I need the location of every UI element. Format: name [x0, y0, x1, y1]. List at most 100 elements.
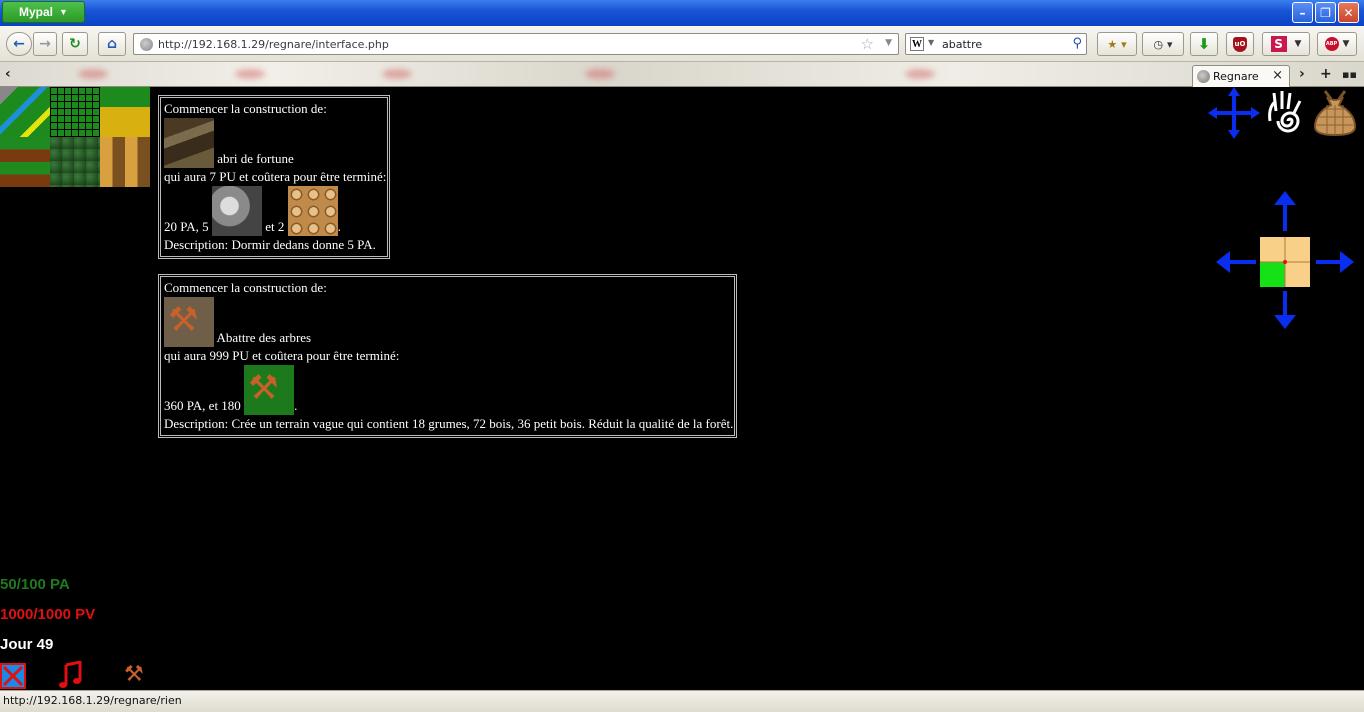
forward-button[interactable]: →	[33, 32, 57, 56]
cost-and: et 2	[265, 219, 285, 234]
history-clock-icon: ◷ ▾	[1153, 37, 1173, 51]
quadrant-northwest[interactable]	[1260, 237, 1285, 262]
bag-icon[interactable]	[1309, 87, 1361, 137]
cost-end: .	[337, 219, 341, 234]
quadrant-northeast[interactable]	[1285, 237, 1310, 262]
window-titlebar: Mypal ▼ – ❐ ✕	[0, 0, 1364, 26]
blurred-decoration	[78, 69, 108, 79]
home-icon: ⌂	[106, 36, 118, 52]
forward-arrow-icon: →	[39, 36, 51, 52]
history-button[interactable]: ◷ ▾	[1142, 32, 1184, 56]
tab-title: Regnare	[1213, 70, 1259, 83]
reload-icon: ↻	[69, 36, 81, 52]
life-points: 1000/1000 PV	[0, 606, 96, 623]
page-content: Commencer la construction de: abri de fo…	[0, 87, 1364, 690]
move-west-arrow[interactable]	[1216, 251, 1256, 273]
site-identity-icon[interactable]	[140, 38, 153, 51]
blurred-decoration	[585, 69, 615, 79]
scroll-tabs-left-icon[interactable]: ‹	[5, 66, 11, 82]
ublock-shield-icon: uO	[1233, 36, 1247, 52]
movement-compass	[1216, 191, 1354, 329]
app-menu-button[interactable]: Mypal ▼	[2, 1, 85, 23]
cost-end: .	[294, 398, 298, 413]
cost-pa: 360 PA, et 180	[164, 398, 241, 413]
construction-cost-line: 360 PA, et 180 ⚒ .	[164, 365, 733, 415]
minimize-button[interactable]: –	[1292, 2, 1313, 23]
quadrant-southwest-current[interactable]	[1260, 262, 1285, 287]
map-tile-road[interactable]	[0, 87, 50, 137]
position-marker	[1283, 260, 1287, 264]
close-window-button[interactable]: ✕	[1338, 2, 1359, 23]
bookmarks-menu-button[interactable]: ★ ▾	[1097, 32, 1137, 56]
map-tile-farmland[interactable]	[0, 137, 50, 187]
chevron-down-icon: ▼	[59, 7, 68, 17]
construction-heading: Commencer la construction de:	[164, 101, 327, 116]
map-tile-wheat[interactable]	[100, 137, 150, 187]
reload-button[interactable]: ↻	[62, 32, 88, 56]
ublock-button[interactable]: uO	[1226, 32, 1254, 56]
back-arrow-icon: ←	[13, 36, 25, 52]
quit-x-icon[interactable]	[0, 663, 26, 689]
close-tab-icon[interactable]: ×	[1272, 68, 1283, 83]
construction-pu-line: qui aura 7 PU et coûtera pour être termi…	[164, 169, 387, 184]
bookmarks-icon: ★ ▾	[1107, 37, 1127, 51]
home-button[interactable]: ⌂	[98, 32, 126, 56]
stylish-button[interactable]: S ▼	[1262, 32, 1310, 56]
construction-description: Description: Crée un terrain vague qui c…	[164, 416, 734, 431]
firewood-resource-image	[287, 186, 338, 236]
construction-cost-line: 20 PA, 5 et 2 .	[164, 186, 386, 236]
construction-description: Description: Dormir dedans donne 5 PA.	[164, 237, 376, 252]
logs-resource-image	[211, 186, 262, 236]
quadrant-southeast[interactable]	[1285, 262, 1310, 287]
music-note-icon[interactable]	[58, 661, 84, 689]
axe-saw-resource-image: ⚒	[244, 365, 295, 415]
shelter-image[interactable]	[164, 118, 214, 168]
blurred-decoration	[905, 69, 935, 79]
scroll-tabs-right-icon[interactable]: ›	[1299, 66, 1305, 82]
tab-favicon-icon	[1197, 70, 1210, 83]
day-counter: Jour 49	[0, 636, 54, 653]
move-east-arrow[interactable]	[1316, 251, 1354, 273]
axe-saw-image[interactable]: ⚒	[164, 297, 214, 347]
downloads-button[interactable]: ⬇	[1190, 32, 1218, 56]
status-url: http://192.168.1.29/regnare/rien	[3, 694, 182, 707]
back-button[interactable]: ←	[6, 32, 32, 56]
search-engine-dropdown-icon[interactable]: ▼	[928, 38, 934, 47]
move-north-arrow[interactable]	[1274, 191, 1296, 231]
blurred-decoration	[382, 69, 412, 79]
minimap[interactable]	[0, 87, 150, 187]
search-engine-icon[interactable]: W	[910, 37, 924, 51]
map-tile-forest[interactable]	[50, 137, 100, 187]
construction-heading: Commencer la construction de:	[164, 280, 327, 295]
construction-name[interactable]: Abattre des arbres	[217, 330, 312, 345]
map-tile-meadow[interactable]	[100, 87, 150, 137]
move-south-arrow[interactable]	[1274, 291, 1296, 329]
build-tools-icon[interactable]: ⚒	[124, 661, 144, 689]
cost-pa: 20 PA, 5	[164, 219, 209, 234]
url-bar[interactable]: http://192.168.1.29/regnare/interface.ph…	[133, 33, 899, 55]
adblock-button[interactable]: ABP ▼	[1317, 32, 1357, 56]
bookmark-star-icon[interactable]: ☆	[861, 35, 874, 53]
axe-saw-icon: ⚒	[248, 370, 279, 407]
search-input[interactable]: W ▼ abattre ⚲	[905, 33, 1087, 55]
construction-option[interactable]: ⚒ Abattre des arbres	[164, 297, 733, 347]
map-tile-field[interactable]	[50, 87, 100, 137]
tab-regnare[interactable]: Regnare ×	[1192, 65, 1290, 87]
construction-name[interactable]: abri de fortune	[217, 151, 294, 166]
blurred-decoration	[235, 69, 265, 79]
construction-option[interactable]: abri de fortune	[164, 118, 386, 168]
move-icon[interactable]	[1208, 87, 1260, 139]
url-text: http://192.168.1.29/regnare/interface.ph…	[158, 37, 389, 51]
construction-panel-shelter: Commencer la construction de: abri de fo…	[158, 95, 391, 259]
status-bar: http://192.168.1.29/regnare/rien	[0, 690, 1364, 712]
list-all-tabs-icon[interactable]: ▪▪	[1342, 68, 1357, 81]
new-tab-icon[interactable]: +	[1320, 66, 1332, 82]
chevron-down-icon: ▼	[1294, 39, 1302, 49]
app-menu-label: Mypal	[19, 5, 54, 19]
tab-strip: ‹ Regnare × › + ▪▪	[0, 62, 1364, 87]
search-magnifier-icon[interactable]: ⚲	[1072, 36, 1082, 51]
hand-spiral-icon[interactable]	[1262, 87, 1306, 137]
maximize-button[interactable]: ❐	[1315, 2, 1336, 23]
url-history-dropdown-icon[interactable]: ▼	[885, 38, 892, 48]
construction-panel-felling: Commencer la construction de: ⚒ Abattre …	[158, 274, 738, 438]
